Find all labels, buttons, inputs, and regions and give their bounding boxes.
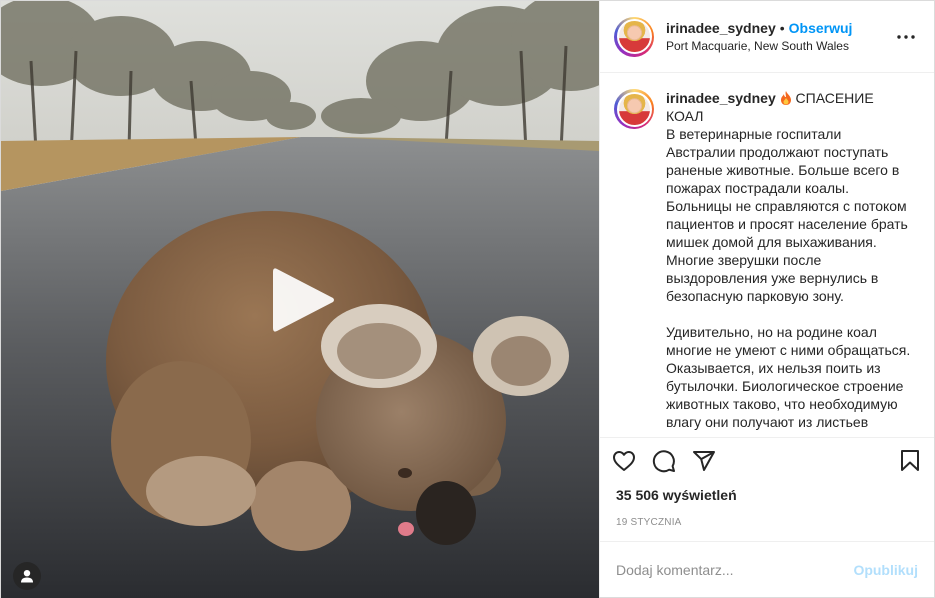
post-date[interactable]: 19 stycznia [600,507,934,541]
follow-button[interactable]: Obserwuj [789,20,853,36]
view-count[interactable]: 35 506 wyświetleń [600,483,934,507]
tagged-users-button[interactable] [13,562,41,590]
action-bar [600,437,934,483]
post-video[interactable] [1,1,599,598]
bookmark-icon [901,449,919,471]
comment-input[interactable] [616,561,854,578]
username-link[interactable]: irinadee_sydney [666,20,776,36]
caption-avatar[interactable] [614,89,654,129]
fire-icon [780,90,796,106]
caption-avatar-image [616,91,652,127]
comments-area[interactable]: irinadee_sydney СПАСЕНИЕ КОАЛ В ветерина… [600,73,934,437]
location-link[interactable]: Port Macquarie, New South Wales [666,39,894,53]
comment-icon [652,449,675,472]
instagram-post: irinadee_sydney • Obserwuj Port Macquari… [0,0,935,598]
caption-text: В ветеринарные госпитали Австралии продо… [666,126,911,437]
post-header: irinadee_sydney • Obserwuj Port Macquari… [600,1,934,73]
like-button[interactable] [612,441,652,481]
header-line: irinadee_sydney • Obserwuj [666,20,894,36]
save-button[interactable] [882,441,922,481]
avatar-image [616,19,652,54]
header-text: irinadee_sydney • Obserwuj Port Macquari… [666,20,894,53]
user-icon [21,570,33,583]
caption: irinadee_sydney СПАСЕНИЕ КОАЛ В ветерина… [666,89,912,437]
more-options-button[interactable] [894,25,918,49]
post-side-panel: irinadee_sydney • Obserwuj Port Macquari… [599,1,934,597]
play-icon [273,268,334,332]
caption-username-link[interactable]: irinadee_sydney [666,90,776,106]
share-button[interactable] [692,441,732,481]
ellipsis-icon [897,34,915,39]
publish-button[interactable]: Opublikuj [853,562,918,578]
comment-button[interactable] [652,441,692,481]
paper-plane-icon [693,450,715,471]
heart-icon [613,450,635,471]
separator-dot: • [779,20,785,36]
play-button[interactable] [269,265,339,335]
comment-form: Opublikuj [600,541,934,597]
avatar[interactable] [614,16,654,57]
